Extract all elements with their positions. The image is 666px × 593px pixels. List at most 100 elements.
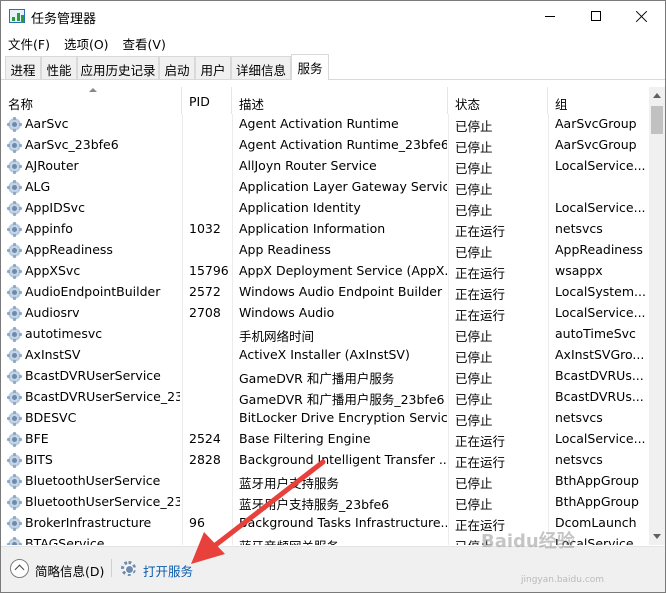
baidu-watermark: Baidu经验 [481,531,575,552]
table-row[interactable]: autotimesvc 手机网络时间 已停止 autoTimeSvc [1,324,649,345]
table-row[interactable]: ALG Application Layer Gateway Service 已停止 [1,177,649,198]
task-manager-window: 任务管理器 文件(F) 选项(O) 查看(V) 进程 性能 应用历史记录 启动 … [0,0,666,593]
service-description: AppX Deployment Service (AppX... [239,263,447,278]
tab-app-history[interactable]: 应用历史记录 [77,56,159,79]
service-description: Agent Activation Runtime_23bfe6 [239,137,447,152]
service-name: Appinfo [25,221,73,236]
service-pid [189,156,231,177]
table-row[interactable]: Audiosrv 2708 Windows Audio 正在运行 LocalServic… [1,303,649,324]
service-pid: 96 [189,515,205,530]
service-gear-icon [7,348,22,363]
table-row[interactable]: AppIDSvc Application Identity 已停止 LocalServ… [1,198,649,219]
table-row[interactable]: AarSvc_23bfe6 Agent Activation Runtime_23… [1,135,649,156]
tab-details[interactable]: 详细信息 [231,56,291,79]
service-gear-icon [7,495,22,510]
title-bar[interactable]: 任务管理器 [1,1,665,31]
service-group: LocalService... [555,200,646,215]
service-gear-icon [7,159,22,174]
service-pid [189,366,231,387]
table-row[interactable]: BITS 2828 Background Intelligent Transfer … [1,450,649,471]
service-gear-icon [7,369,22,384]
service-name: AppReadiness [25,242,113,257]
menu-bar: 文件(F) 选项(O) 查看(V) [1,31,173,53]
scroll-down-arrow-icon[interactable] [653,534,661,539]
column-header-group[interactable]: 组 [548,87,649,114]
service-name: BFE [25,431,49,446]
table-row[interactable]: BcastDVRUserService GameDVR 和广播用户服务 已停止 Bca… [1,366,649,387]
service-group: AarSvcGroup [555,116,637,131]
maximize-button[interactable] [573,1,619,31]
table-row[interactable]: AudioEndpointBuilder 2572 Windows Audio En… [1,282,649,303]
service-name: AarSvc [25,116,69,131]
service-gear-core [10,120,19,129]
window-title: 任务管理器 [31,12,97,27]
service-gear-core [10,414,19,423]
service-gear-icon [7,222,22,237]
menu-options[interactable]: 选项(O) [57,31,116,53]
service-status: 已停止 [455,182,493,197]
tab-users[interactable]: 用户 [195,56,231,79]
service-description: 蓝牙用户支持服务_23bfe6 [239,497,390,512]
service-description: BitLocker Drive Encryption Service [239,410,447,425]
services-table: 名称 PID 描述 状态 组 AarSvc Agent Activation Ru… [1,87,665,545]
collapse-chevron-icon[interactable] [10,559,29,578]
service-name: BluetoothUserService_23... [25,494,180,509]
table-row[interactable]: Appinfo 1032 Application Information 正在运行 ne… [1,219,649,240]
fewer-details-button[interactable]: 简略信息(D) [35,561,104,580]
service-gear-icon [7,516,22,531]
service-pid [189,408,231,429]
vertical-scrollbar[interactable] [649,87,665,545]
service-pid [189,114,231,135]
service-status: 正在运行 [455,308,506,323]
menu-file[interactable]: 文件(F) [1,31,57,53]
service-name: AJRouter [25,158,79,173]
tab-services[interactable]: 服务 [291,54,329,80]
service-name: AxInstSV [25,347,81,362]
table-row[interactable]: AxInstSV ActiveX Installer (AxInstSV) 已停止 A… [1,345,649,366]
menu-view[interactable]: 查看(V) [116,31,173,53]
service-group: LocalService... [555,305,646,320]
tab-performance[interactable]: 性能 [41,56,77,79]
service-group: BthAppGroup [555,473,639,488]
service-gear-core [10,498,19,507]
service-pid: 2708 [189,305,221,320]
services-gear-icon [121,561,136,576]
service-gear-core [10,435,19,444]
service-gear-core [10,372,19,381]
table-row[interactable]: AppReadiness App Readiness 已停止 AppReadiness [1,240,649,261]
service-group: AarSvcGroup [555,137,637,152]
service-description: Application Layer Gateway Service [239,179,447,194]
service-status: 已停止 [455,350,493,365]
service-pid [189,471,231,492]
minimize-button[interactable] [527,1,573,31]
service-description: AllJoyn Router Service [239,158,377,173]
tab-startup[interactable]: 启动 [159,56,195,79]
minimize-icon [545,15,555,17]
service-description: Agent Activation Runtime [239,116,399,131]
column-header-description[interactable]: 描述 [232,87,448,114]
table-row[interactable]: AppXSvc 15796 AppX Deployment Service (App… [1,261,649,282]
table-row[interactable]: BDESVC BitLocker Drive Encryption Service… [1,408,649,429]
tab-processes[interactable]: 进程 [5,56,41,79]
column-header-pid[interactable]: PID [182,87,232,114]
table-row[interactable]: BluetoothUserService_23... 蓝牙用户支持服务_23bfe… [1,492,649,513]
service-description: Background Tasks Infrastructure... [239,515,447,530]
table-row[interactable]: BcastDVRUserService_23... GameDVR 和广播用户服务… [1,387,649,408]
table-row[interactable]: AarSvc Agent Activation Runtime 已停止 AarSvcG… [1,114,649,135]
table-row[interactable]: BFE 2524 Base Filtering Engine 正在运行 LocalSer… [1,429,649,450]
scrollbar-thumb[interactable] [651,106,663,134]
table-row[interactable]: BluetoothUserService 蓝牙用户支持服务 已停止 BthAppGro… [1,471,649,492]
service-name: AudioEndpointBuilder [25,284,161,299]
scroll-up-arrow-icon[interactable] [653,93,661,98]
close-button[interactable] [619,1,665,31]
service-gear-icon [7,306,22,321]
service-gear-icon [7,453,22,468]
column-header-name[interactable]: 名称 [1,87,182,114]
table-row[interactable]: AJRouter AllJoyn Router Service 已停止 LocalSe… [1,156,649,177]
column-header-status[interactable]: 状态 [448,87,548,114]
tab-divider [1,79,665,80]
open-services-link[interactable]: 打开服务 [143,561,193,580]
service-status: 已停止 [455,161,493,176]
service-pid [189,324,231,345]
task-manager-app-icon [9,9,25,23]
